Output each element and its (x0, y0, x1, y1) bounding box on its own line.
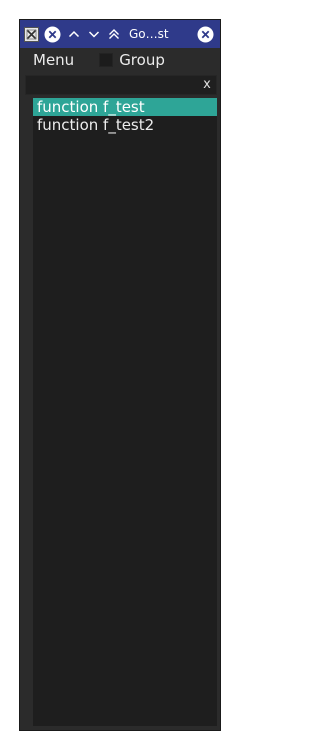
symbol-list[interactable]: function f_test function f_test2 (33, 98, 217, 726)
menu-button[interactable]: Menu (33, 51, 74, 69)
title-bar[interactable]: Go…st (20, 20, 220, 48)
close-circle-icon (197, 26, 214, 42)
window-title: Go…st (129, 27, 169, 41)
goto-symbol-window: Go…st Menu Group x function f_test funct… (19, 19, 221, 731)
app-icon (24, 26, 39, 42)
shade-window-button[interactable] (107, 27, 121, 41)
chevron-down-icon (88, 31, 100, 38)
close-window-button[interactable] (44, 26, 61, 43)
close-circle-icon (44, 26, 61, 42)
move-up-button[interactable] (67, 27, 81, 41)
chevron-up-icon (68, 30, 80, 38)
list-item[interactable]: function f_test (33, 98, 217, 116)
menu-bar: Menu Group (20, 48, 220, 72)
double-chevron-up-icon (109, 29, 119, 39)
search-input[interactable] (26, 76, 198, 94)
group-checkbox[interactable] (99, 53, 114, 67)
search-row: x (25, 75, 217, 95)
close-button[interactable] (197, 26, 214, 43)
move-down-button[interactable] (87, 27, 101, 41)
clear-search-button[interactable]: x (198, 76, 216, 94)
group-checkbox-label[interactable]: Group (119, 51, 165, 69)
list-item[interactable]: function f_test2 (33, 116, 217, 134)
